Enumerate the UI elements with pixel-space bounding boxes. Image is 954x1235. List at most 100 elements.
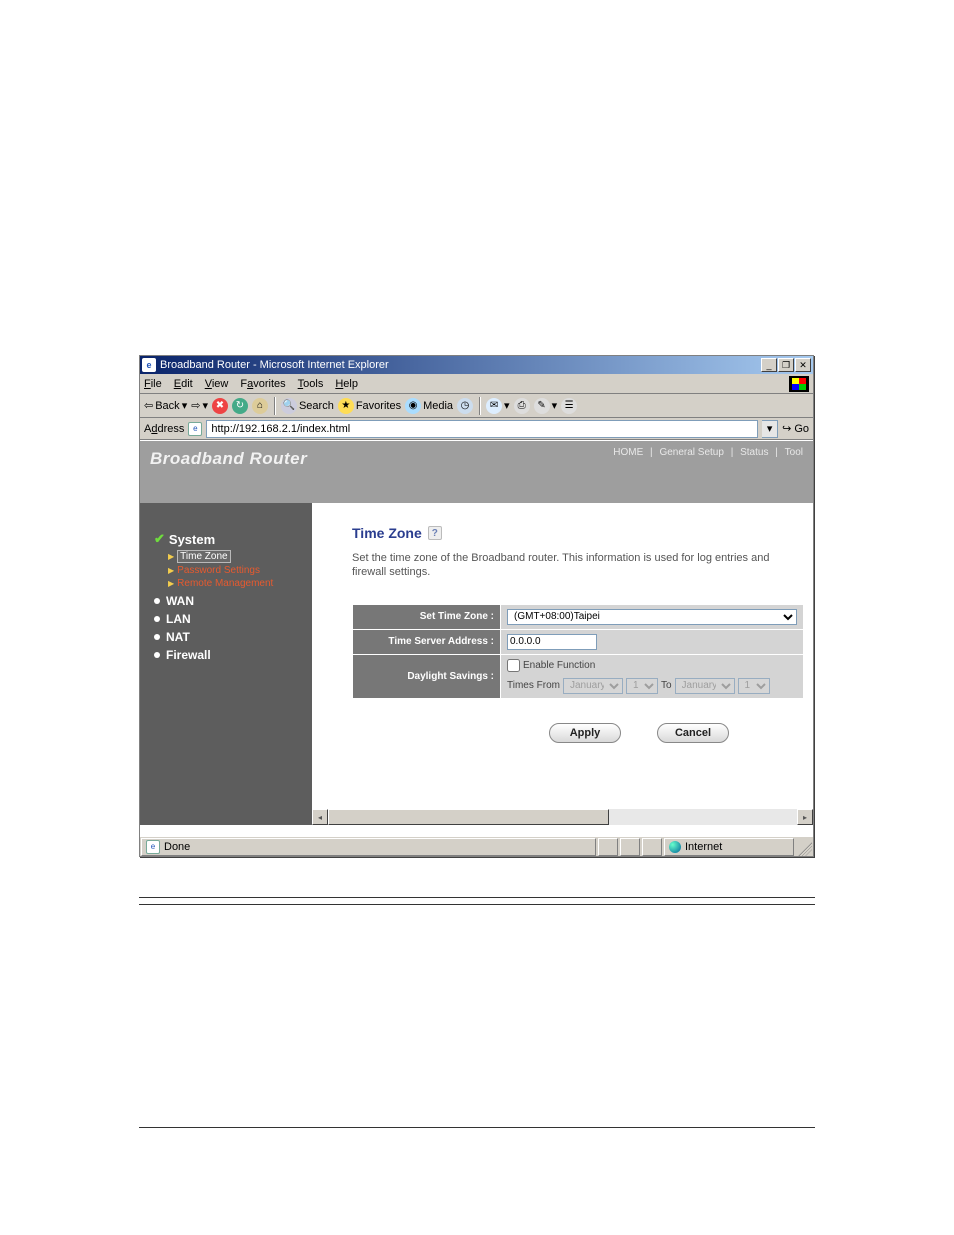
nav-general-setup[interactable]: General Setup <box>659 447 724 458</box>
status-pane <box>598 838 618 856</box>
go-icon: ↪ <box>782 422 791 435</box>
sidebar-system-label: System <box>169 532 215 547</box>
time-server-input[interactable] <box>507 634 597 650</box>
sidebar-item-password[interactable]: ▶ Password Settings <box>168 564 302 577</box>
sidebar-nat-label: NAT <box>166 630 190 644</box>
nav-status[interactable]: Status <box>740 447 768 458</box>
menu-tools[interactable]: Tools <box>298 378 324 390</box>
row-daylight: Daylight Savings : Enable Function Times… <box>353 654 804 698</box>
page-description: Set the time zone of the Broadband route… <box>352 551 772 580</box>
address-input[interactable]: http://192.168.2.1/index.html <box>206 420 758 438</box>
status-pane <box>620 838 640 856</box>
search-button[interactable]: 🔍 Search <box>281 398 334 414</box>
page-content: HOME | General Setup | Status | Tool Bro… <box>140 440 813 836</box>
row-timeserver: Time Server Address : <box>353 629 804 654</box>
scroll-right-button[interactable]: ▸ <box>797 809 813 825</box>
edit-button[interactable]: ✎ ▾ <box>534 398 558 414</box>
page-title: Time Zone ? <box>352 525 793 541</box>
go-button[interactable]: ↪ Go <box>782 422 809 435</box>
sidebar-timezone-label: Time Zone <box>177 550 230 563</box>
dropdown-icon: ▾ <box>182 399 188 412</box>
stop-icon[interactable]: ✖ <box>212 398 228 414</box>
media-button[interactable]: ◉ Media <box>405 398 453 414</box>
ie-icon: e <box>142 358 156 372</box>
search-label: Search <box>299 400 334 412</box>
window-title: Broadband Router - Microsoft Internet Ex… <box>160 359 761 371</box>
discuss-icon[interactable]: ☰ <box>561 398 577 414</box>
apply-button[interactable]: Apply <box>549 723 621 743</box>
brand-title: Broadband Router <box>150 449 307 469</box>
menu-edit[interactable]: Edit <box>174 378 193 390</box>
forward-button[interactable]: ⇨ ▾ <box>191 399 208 412</box>
address-dropdown[interactable]: ▾ <box>762 420 778 438</box>
sidebar-item-timezone[interactable]: ▶ Time Zone <box>168 549 302 564</box>
to-day-select[interactable]: 1 <box>738 678 770 694</box>
toolbar: ⇦ Back ▾ ⇨ ▾ ✖ ↻ ⌂ 🔍 Search ★ Favorites … <box>140 394 813 418</box>
router-header: HOME | General Setup | Status | Tool Bro… <box>140 441 813 503</box>
bullet-icon <box>154 634 160 640</box>
nav-home[interactable]: HOME <box>613 447 643 458</box>
go-label: Go <box>794 423 809 435</box>
header-nav: HOME | General Setup | Status | Tool <box>611 447 805 458</box>
scroll-track[interactable] <box>328 809 797 825</box>
security-zone: Internet <box>664 838 794 856</box>
back-button[interactable]: ⇦ Back ▾ <box>144 399 187 412</box>
help-icon[interactable]: ? <box>428 526 442 540</box>
address-bar: Address e http://192.168.2.1/index.html … <box>140 418 813 440</box>
enable-function-label: Enable Function <box>523 660 595 671</box>
timezone-select[interactable]: (GMT+08:00)Taipei <box>507 609 797 625</box>
to-month-select[interactable]: January <box>675 678 735 694</box>
sidebar-item-firewall[interactable]: Firewall <box>154 648 302 662</box>
mail-icon: ✉ <box>486 398 502 414</box>
titlebar: e Broadband Router - Microsoft Internet … <box>140 356 813 374</box>
scroll-thumb[interactable] <box>328 809 609 825</box>
from-day-select[interactable]: 1 <box>626 678 658 694</box>
horizontal-scrollbar[interactable]: ◂ ▸ <box>312 809 813 825</box>
history-icon[interactable]: ◷ <box>457 398 473 414</box>
menu-favorites[interactable]: Favorites <box>240 378 285 390</box>
enable-daylight-checkbox[interactable] <box>507 659 520 672</box>
sidebar-item-remote[interactable]: ▶ Remote Management <box>168 577 302 590</box>
scroll-left-button[interactable]: ◂ <box>312 809 328 825</box>
print-icon[interactable]: ⎙ <box>514 398 530 414</box>
home-icon[interactable]: ⌂ <box>252 398 268 414</box>
bullet-icon <box>154 598 160 604</box>
label-set-timezone: Set Time Zone : <box>353 604 501 629</box>
sidebar-item-system[interactable]: ✔ System <box>154 531 302 547</box>
cancel-button[interactable]: Cancel <box>657 723 729 743</box>
nav-tool[interactable]: Tool <box>785 447 803 458</box>
sidebar: ✔ System ▶ Time Zone ▶ Password Settings <box>140 503 312 825</box>
menu-help[interactable]: Help <box>335 378 358 390</box>
ie-logo <box>789 376 809 392</box>
sidebar-wan-label: WAN <box>166 594 194 608</box>
sidebar-item-lan[interactable]: LAN <box>154 612 302 626</box>
favorites-button[interactable]: ★ Favorites <box>338 398 401 414</box>
zone-label: Internet <box>685 841 722 853</box>
sidebar-item-wan[interactable]: WAN <box>154 594 302 608</box>
sidebar-item-nat[interactable]: NAT <box>154 630 302 644</box>
bullet-icon <box>154 652 160 658</box>
resize-grip[interactable] <box>796 838 812 856</box>
media-label: Media <box>423 400 453 412</box>
favorites-label: Favorites <box>356 400 401 412</box>
status-text: Done <box>164 841 190 853</box>
page-title-text: Time Zone <box>352 525 422 541</box>
from-month-select[interactable]: January <box>563 678 623 694</box>
mail-button[interactable]: ✉ ▾ <box>486 398 510 414</box>
refresh-icon[interactable]: ↻ <box>232 398 248 414</box>
label-time-server: Time Server Address : <box>353 629 501 654</box>
status-text-pane: e Done <box>141 838 596 856</box>
back-arrow-icon: ⇦ <box>144 399 153 412</box>
check-icon: ✔ <box>154 531 165 547</box>
dropdown-icon: ▾ <box>504 399 510 412</box>
menu-view[interactable]: View <box>205 378 229 390</box>
settings-table: Set Time Zone : (GMT+08:00)Taipei Time S… <box>352 604 804 699</box>
address-label: Address <box>144 423 184 435</box>
restore-button[interactable]: ❐ <box>778 358 794 372</box>
menu-file[interactable]: File <box>144 378 162 390</box>
main-panel: Time Zone ? Set the time zone of the Bro… <box>312 503 813 825</box>
close-button[interactable]: ✕ <box>795 358 811 372</box>
minimize-button[interactable]: _ <box>761 358 777 372</box>
page-icon: e <box>188 422 202 436</box>
favorites-icon: ★ <box>338 398 354 414</box>
